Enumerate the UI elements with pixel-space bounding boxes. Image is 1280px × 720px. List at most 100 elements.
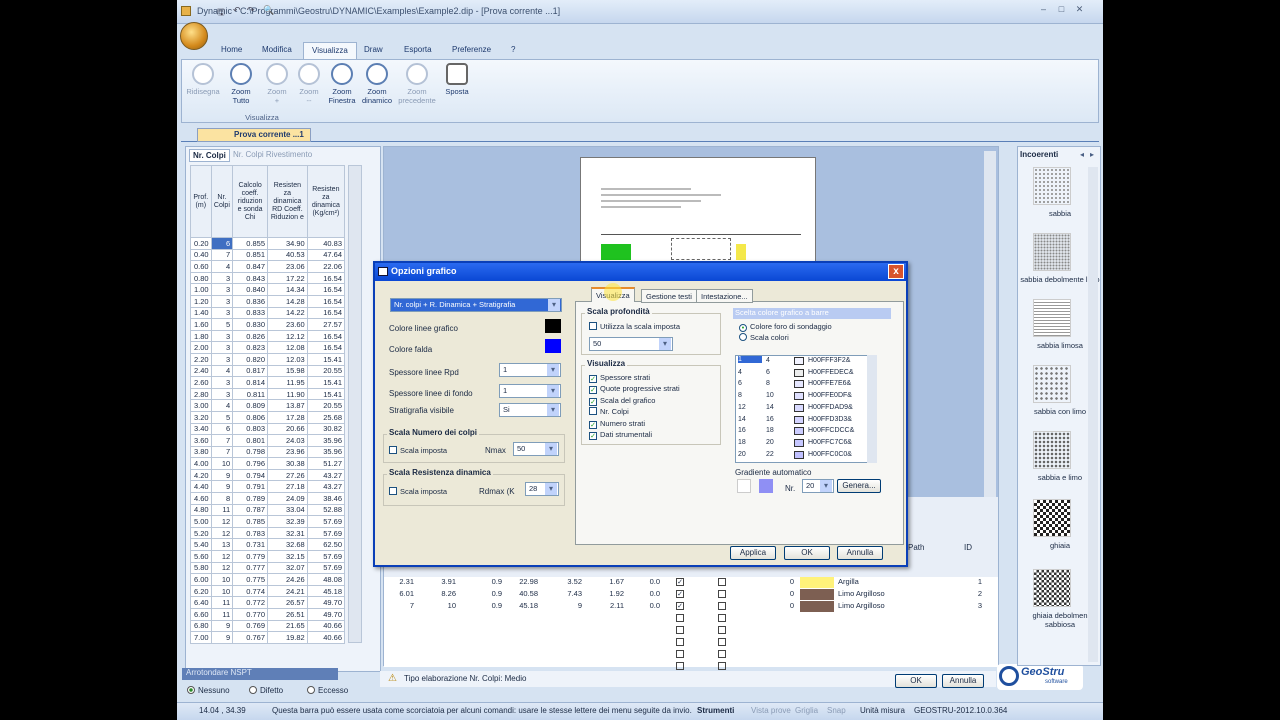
right-next-icon[interactable]: ▸: [1090, 150, 1094, 159]
table-cell[interactable]: 6.20: [190, 584, 212, 598]
visualizza-checkbox[interactable]: ✓ Numero strati: [589, 419, 645, 429]
table-cell[interactable]: 23.96: [267, 445, 308, 459]
table-cell[interactable]: 14.22: [267, 306, 308, 320]
color-scale-row[interactable]: 12 14 H00FFDAD9&: [736, 403, 868, 415]
spessore-fondo-select[interactable]: 1: [499, 384, 561, 398]
table-cell[interactable]: 27.57: [306, 318, 346, 331]
table-cell[interactable]: 27.26: [267, 468, 308, 482]
table-row[interactable]: 0.60 4 0.847 23.06 22.06: [190, 260, 346, 273]
table-cell[interactable]: 0.801: [232, 434, 269, 447]
table-cell[interactable]: 11: [210, 503, 234, 517]
status-unita-misura[interactable]: Unità misura: [860, 706, 905, 715]
zoom-finestra-button[interactable]: Zoom Finestra: [325, 63, 359, 105]
table-cell[interactable]: 9: [210, 619, 234, 633]
color-box[interactable]: [794, 415, 804, 424]
table-cell[interactable]: 4.00: [190, 457, 212, 470]
table-cell[interactable]: 3.80: [190, 445, 212, 459]
table-cell[interactable]: 0.814: [232, 376, 269, 389]
table-row[interactable]: 5.80 12 0.777 32.07 57.69: [190, 561, 346, 575]
table-cell[interactable]: 40.83: [306, 237, 346, 250]
table-cell[interactable]: 8: [210, 492, 234, 505]
table-cell[interactable]: 17.22: [267, 271, 308, 285]
radio-eccesso[interactable]: Eccesso: [307, 686, 348, 695]
table-cell[interactable]: 32.15: [267, 550, 308, 563]
gradient-start-swatch[interactable]: [737, 479, 751, 493]
dialog-close-button[interactable]: x: [888, 264, 904, 279]
applica-button[interactable]: Applica: [730, 546, 776, 560]
table-row[interactable]: 6.60 11 0.770 26.51 49.70: [190, 608, 346, 621]
table-cell[interactable]: 24.21: [267, 584, 308, 598]
status-griglia[interactable]: Griglia: [795, 706, 818, 715]
soil-pattern-swatch[interactable]: [1033, 233, 1071, 271]
color-box[interactable]: [794, 357, 804, 365]
table-cell[interactable]: 6: [210, 422, 234, 436]
table-cell[interactable]: 0.851: [232, 248, 269, 262]
table-cell[interactable]: 10: [210, 584, 234, 598]
table-cell[interactable]: 9: [210, 468, 234, 482]
soil-pattern-swatch[interactable]: [1033, 499, 1071, 537]
table-cell[interactable]: 7: [210, 434, 234, 447]
table-cell[interactable]: 26.51: [267, 608, 308, 621]
strata-checkbox[interactable]: ✓: [676, 590, 684, 598]
table-row[interactable]: 2.60 3 0.814 11.95 15.41: [190, 376, 346, 389]
rdmax-input[interactable]: 28: [525, 482, 559, 496]
color-box[interactable]: [794, 427, 804, 436]
gradient-end-swatch[interactable]: [759, 479, 773, 493]
nmax-select[interactable]: 50: [513, 442, 559, 456]
table-cell[interactable]: 14.28: [267, 294, 308, 308]
scala-colpi-checkbox[interactable]: Scala imposta: [389, 446, 447, 455]
strata-checkbox[interactable]: [718, 626, 726, 634]
strata-color-swatch[interactable]: [800, 601, 834, 612]
status-snap[interactable]: Snap: [827, 706, 846, 715]
color-box[interactable]: [794, 438, 804, 447]
spessore-rpd-select[interactable]: 1: [499, 363, 561, 377]
table-cell[interactable]: 62.50: [306, 538, 346, 552]
table-cell[interactable]: 3.00: [190, 399, 212, 412]
table-cell[interactable]: 5.80: [190, 561, 212, 575]
table-cell[interactable]: 4.60: [190, 492, 212, 505]
table-cell[interactable]: 0.775: [232, 573, 269, 586]
table-cell[interactable]: 0.787: [232, 503, 269, 517]
table-cell[interactable]: 10: [210, 573, 234, 586]
zoom-precedente-button[interactable]: Zoom precedente: [396, 63, 438, 105]
table-cell[interactable]: 24.09: [267, 492, 308, 505]
table-cell[interactable]: 13: [210, 538, 234, 552]
table-cell[interactable]: 0.772: [232, 596, 269, 609]
table-cell[interactable]: 0.769: [232, 619, 269, 633]
table-cell[interactable]: 51.27: [306, 457, 346, 470]
table-row[interactable]: 6.20 10 0.774 24.21 45.18: [190, 584, 346, 598]
table-cell[interactable]: 0.60: [190, 260, 212, 273]
ridisegna-button[interactable]: Ridisegna: [186, 63, 220, 96]
table-cell[interactable]: 4.40: [190, 480, 212, 494]
table-cell[interactable]: 4: [210, 260, 234, 273]
table-cell[interactable]: 9: [210, 480, 234, 494]
table-cell[interactable]: 3: [210, 376, 234, 389]
table-cell[interactable]: 32.31: [267, 526, 308, 540]
table-cell[interactable]: 0.779: [232, 550, 269, 563]
tab-nr-colpi-rivestimento[interactable]: Nr. Colpi Rivestimento: [230, 149, 315, 160]
table-cell[interactable]: 0.833: [232, 306, 269, 320]
checkbox-box[interactable]: [589, 407, 597, 416]
table-row[interactable]: 1.60 5 0.830 23.60 27.57: [190, 318, 346, 331]
table-cell[interactable]: 9: [210, 631, 234, 644]
right-scrollbar[interactable]: [1088, 167, 1098, 662]
table-row[interactable]: 4.00 10 0.796 30.38 51.27: [190, 457, 346, 470]
strata-row[interactable]: 7 10 0.9 45.18 9 2.11 0.0 ✓ 0 Limo Argilloso 3: [384, 601, 998, 613]
table-cell[interactable]: 0.847: [232, 260, 269, 273]
radio-difetto[interactable]: Difetto: [249, 686, 283, 695]
color-box[interactable]: [794, 392, 804, 401]
scala-rd-checkbox[interactable]: Scala imposta: [389, 487, 447, 496]
table-cell[interactable]: 12.12: [267, 329, 308, 343]
table-cell[interactable]: 4.20: [190, 468, 212, 482]
table-cell[interactable]: 12: [210, 515, 234, 528]
table-cell[interactable]: 7.00: [190, 631, 212, 644]
table-cell[interactable]: 57.69: [306, 515, 346, 528]
table-row[interactable]: 6.40 11 0.772 26.57 49.70: [190, 596, 346, 609]
table-cell[interactable]: 6.40: [190, 596, 212, 609]
table-cell[interactable]: 4.80: [190, 503, 212, 517]
table-cell[interactable]: 0.783: [232, 526, 269, 540]
strata-checkbox[interactable]: [676, 650, 684, 658]
table-cell[interactable]: 3: [210, 341, 234, 354]
table-row[interactable]: 4.60 8 0.789 24.09 38.46: [190, 492, 346, 505]
table-cell[interactable]: 0.843: [232, 271, 269, 285]
